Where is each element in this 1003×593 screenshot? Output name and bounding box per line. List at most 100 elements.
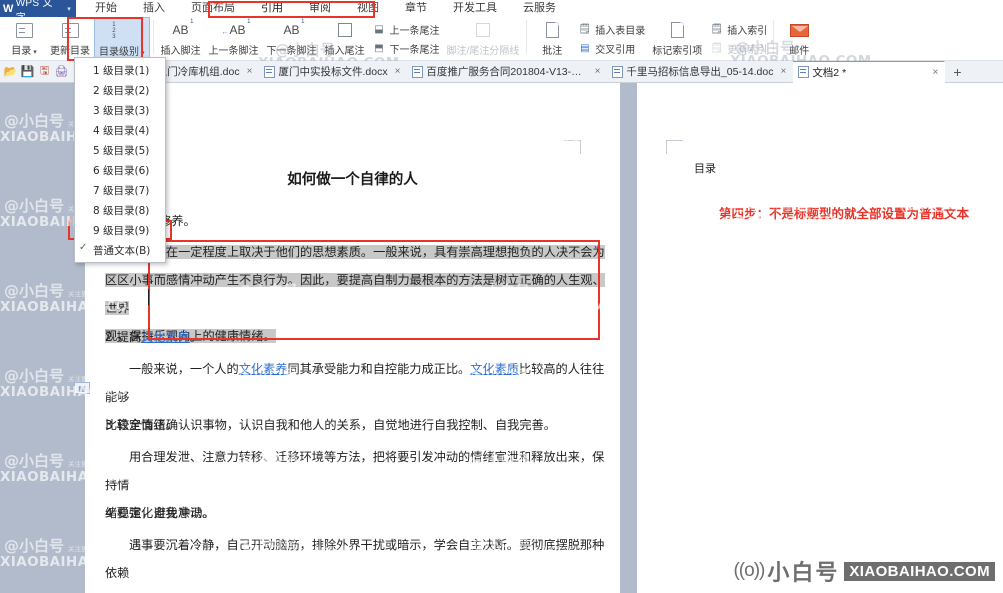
toc-level-button[interactable]: 123 目录级别 ▾ <box>94 17 150 59</box>
insert-footnote-button[interactable]: AB 1 插入脚注 <box>157 17 205 59</box>
dropdown-item-level-1[interactable]: 1 级目录(1) <box>75 60 165 80</box>
previous-endnote-button[interactable]: ⬓ 上一条尾注 <box>372 20 440 39</box>
doc-file-icon <box>612 65 624 78</box>
chevron-down-icon: ▾ <box>141 50 145 57</box>
heading-2-suffix: 。 <box>189 330 202 344</box>
selected-line-2: 区区小事而感情冲动产生不良行为。因此，要提高自制力最根本的方法是树立正确的人生观… <box>105 273 605 315</box>
heading-2-prefix: 2 提高 <box>105 330 142 344</box>
paragraph-4-line-1: 遇事要沉着冷静，自己开动脑筋，排除外界干扰或暗示，学会自主决断。要彻底摆脱那种依… <box>105 538 605 580</box>
close-icon[interactable]: × <box>247 66 253 77</box>
dropdown-item-level-5[interactable]: 5 级目录(5) <box>75 140 165 160</box>
dropdown-item-level-8[interactable]: 8 级目录(8) <box>75 200 165 220</box>
next-endnote-icon: ⬒ <box>374 43 384 54</box>
menu-tab-start[interactable]: 开始 <box>82 0 130 17</box>
paste-options-icon[interactable]: ▤ <box>74 382 90 394</box>
toc-level-dropdown-menu[interactable]: 1 级目录(1) 2 级目录(2) 3 级目录(3) 4 级目录(4) 5 级目… <box>74 57 166 263</box>
insert-table-of-figures-label: 插入表目录 <box>595 26 646 37</box>
close-icon[interactable]: × <box>780 66 786 77</box>
doc-file-icon <box>412 65 424 78</box>
menu-tab-cloud[interactable]: 云服务 <box>510 0 569 17</box>
insert-index-icon: 🗒 <box>710 24 724 35</box>
note-separator-button[interactable]: 脚注/尾注分隔线 <box>443 17 524 59</box>
paragraph-2-a: 一般来说，一个人的 <box>129 362 239 376</box>
heading-4: 4 要强化自我意识。 <box>105 506 215 520</box>
document-page-right[interactable]: 目录 第四步：不是标题型的就全部设置为普通文本 <box>637 83 1003 593</box>
annotation-step-text: 第四步：不是标题型的就全部设置为普通文本 <box>719 206 970 221</box>
dropdown-item-level-9[interactable]: 9 级目录(9) <box>75 220 165 240</box>
menu-tab-review[interactable]: 审阅 <box>296 0 344 17</box>
document-tab-3[interactable]: 百度推广服务合同201804-V13-（6000元）.doc × <box>407 61 607 83</box>
document-tab-2[interactable]: 厦门中实投标文件.docx × <box>259 61 407 83</box>
paragraph-2-link-1[interactable]: 文化素养 <box>239 362 288 376</box>
heading-2-link[interactable]: 文化素养 <box>141 330 190 344</box>
paragraph-2-b: 同其承受能力和自控能力成正比。 <box>287 362 471 376</box>
comment-label: 批注 <box>542 46 563 57</box>
paragraph-2-link-2[interactable]: 文化素质 <box>470 362 519 376</box>
save-as-icon[interactable]: 🖫 <box>38 65 51 78</box>
toc-button[interactable]: 目录 ▾ <box>2 17 46 59</box>
update-toc-button[interactable]: 更新目录 <box>46 17 94 59</box>
heading-2: 2 提高文化素养。 <box>105 323 202 351</box>
endnote-nav-group: ⬓ 上一条尾注 ⬒ 下一条尾注 <box>369 17 443 59</box>
update-index-icon: 🗒 <box>710 43 724 54</box>
doc-file-icon <box>798 66 810 78</box>
cross-reference-label: 交叉引用 <box>595 45 636 56</box>
menu-tab-section[interactable]: 章节 <box>392 0 440 17</box>
doc-file-icon <box>264 65 276 78</box>
insert-index-label: 插入索引 <box>727 26 768 37</box>
heading-3: 3 稳定情绪。 <box>105 418 178 432</box>
paragraph-3-line-1: 用合理发泄、注意力转移、迁移环境等方法，把将要引发冲动的情绪宣泄和释放出来，保持… <box>105 450 605 492</box>
cross-reference-icon: ▤ <box>580 43 590 54</box>
ribbon-toolbar: 目录 ▾ 更新目录 123 目录级别 ▾ AB 1 插入脚注 ←AB 1 上一条脚注 A… <box>0 17 1003 71</box>
mark-index-entry-label: 标记索引项 <box>652 46 703 57</box>
menu-tab-insert[interactable]: 插入 <box>130 0 178 17</box>
dropdown-item-normal-text[interactable]: ✓ 普通文本(B) <box>75 240 165 260</box>
previous-endnote-label: 上一条尾注 <box>389 26 440 37</box>
close-icon[interactable]: × <box>395 66 401 77</box>
comment-button[interactable]: 批注 <box>530 17 574 59</box>
document-tab-label: 厦门中实投标文件.docx <box>278 66 388 78</box>
document-tab-label: 文档2 * <box>812 66 847 79</box>
previous-footnote-button[interactable]: ←AB 1 上一条脚注 <box>205 17 263 59</box>
insert-footnote-label: 插入脚注 <box>160 46 201 57</box>
ab-footnote-icon: AB 1 <box>172 19 194 37</box>
previous-footnote-label: 上一条脚注 <box>208 46 259 57</box>
document-tab-4[interactable]: 千里马招标信息导出_05-14.doc × <box>607 61 793 83</box>
toc-button-label: 目录 <box>11 46 32 57</box>
dropdown-item-level-2[interactable]: 2 级目录(2) <box>75 80 165 100</box>
menu-tab-view[interactable]: 视图 <box>344 0 392 17</box>
mark-index-entry-button[interactable]: 标记索引项 <box>648 17 706 59</box>
document-tab-label: 千里马招标信息导出_05-14.doc <box>626 66 774 78</box>
app-menu-caret-icon[interactable]: ▾ <box>62 0 76 17</box>
dropdown-item-level-7[interactable]: 7 级目录(7) <box>75 180 165 200</box>
dropdown-item-level-6[interactable]: 6 级目录(6) <box>75 160 165 180</box>
close-icon[interactable]: × <box>932 67 938 78</box>
document-tab-label: 江门冷库机组.doc <box>156 66 240 78</box>
menu-tab-developer[interactable]: 开发工具 <box>440 0 510 17</box>
insert-table-of-figures-button[interactable]: 🗒 插入表目录 <box>577 20 645 39</box>
paragraph-4: 遇事要沉着冷静，自己开动脑筋，排除外界干扰或暗示，学会自主决断。要彻底摆脱那种依… <box>105 531 605 593</box>
table-of-figures-group: 🗒 插入表目录 ▤ 交叉引用 <box>574 17 648 59</box>
paragraph-2: 一般来说，一个人的文化素养同其承受能力和自控能力成正比。文化素质比较高的人往往能… <box>105 355 605 439</box>
cross-reference-button[interactable]: ▤ 交叉引用 <box>577 39 645 58</box>
open-folder-icon[interactable]: 📂 <box>4 65 18 78</box>
ribbon-divider <box>526 20 528 54</box>
dropdown-item-level-4[interactable]: 4 级目录(4) <box>75 120 165 140</box>
close-icon[interactable]: × <box>595 66 601 77</box>
comment-icon <box>545 19 559 41</box>
prev-footnote-icon: ←AB 1 <box>221 19 251 37</box>
note-separator-label: 脚注/尾注分隔线 <box>446 46 520 57</box>
menu-tab-page-layout[interactable]: 页面布局 <box>178 0 248 17</box>
menu-tab-references[interactable]: 引用 <box>248 0 296 17</box>
next-endnote-label: 下一条尾注 <box>389 45 440 56</box>
new-tab-button[interactable]: + <box>945 64 969 80</box>
save-icon[interactable]: 💾 <box>21 65 35 78</box>
margin-marker <box>666 140 683 154</box>
document-tab-5-active[interactable]: 文档2 * × <box>793 60 946 83</box>
prev-endnote-icon: ⬓ <box>374 24 384 35</box>
update-toc-label: 更新目录 <box>50 46 90 57</box>
print-icon[interactable]: 🖨 <box>55 65 69 78</box>
brand-watermark: ((o)) 小白号 XIAOBAIHAO.COM <box>733 555 995 587</box>
dropdown-item-level-3[interactable]: 3 级目录(3) <box>75 100 165 120</box>
wps-logo-letter: W <box>3 2 14 15</box>
